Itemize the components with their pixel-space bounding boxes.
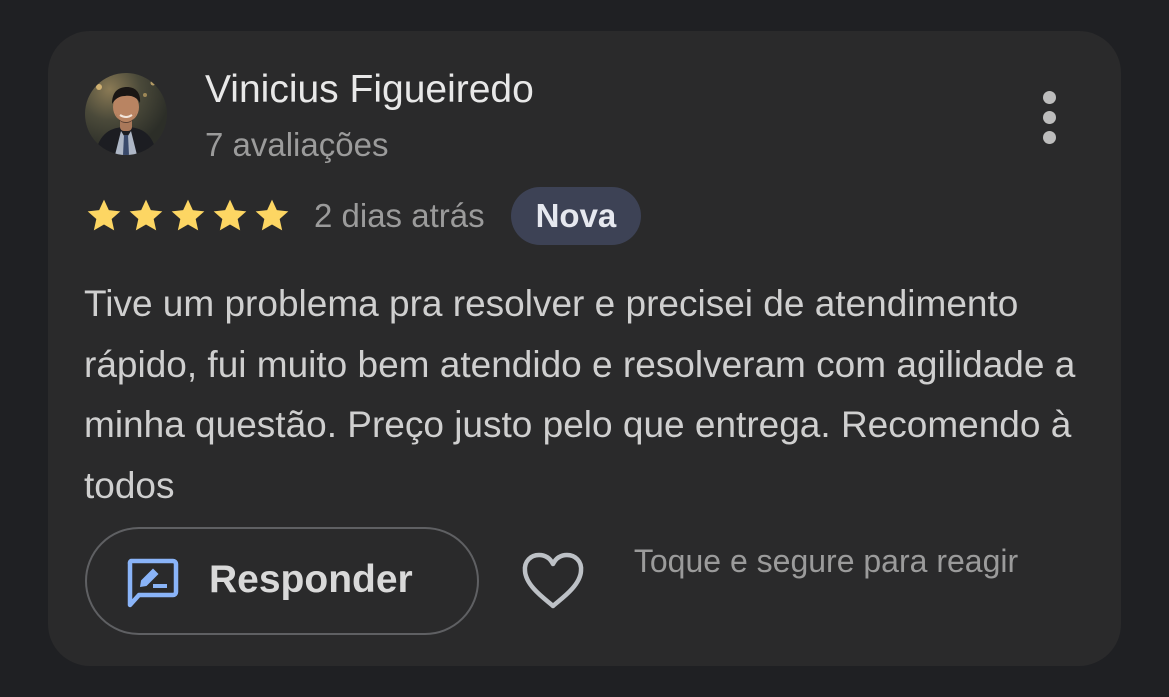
reviewer-review-count: 7 avaliações — [205, 126, 389, 163]
rate-review-icon — [127, 558, 179, 608]
review-card: Vinicius Figueiredo 7 avaliações 2 dias … — [48, 31, 1121, 666]
rating-row: 2 dias atrás Nova — [84, 185, 642, 247]
review-date: 2 dias atrás — [314, 197, 485, 234]
like-button[interactable] — [520, 551, 586, 611]
star-icon — [129, 199, 163, 231]
star-icon — [171, 199, 205, 231]
star-icon — [255, 199, 289, 231]
reviewer-avatar[interactable] — [85, 73, 167, 155]
reply-button[interactable]: Responder — [85, 527, 479, 635]
review-text: Tive um problema pra resolver e precisei… — [84, 283, 1076, 506]
star-icon — [213, 199, 247, 231]
more-vert-icon-dot — [1043, 91, 1056, 104]
reviewer-name[interactable]: Vinicius Figueiredo — [205, 67, 534, 114]
more-vert-icon-dot — [1043, 131, 1056, 144]
star-icon — [87, 199, 121, 231]
star-rating — [84, 196, 292, 236]
more-vert-icon-dot — [1043, 111, 1056, 124]
avatar-photo — [95, 80, 157, 155]
heart-outline-icon — [522, 552, 584, 609]
more-options-button[interactable] — [1030, 85, 1070, 149]
react-hint-text: Toque e segure para reagir — [633, 543, 1019, 579]
new-badge: Nova — [510, 186, 642, 246]
reply-button-label: Responder — [209, 558, 413, 601]
